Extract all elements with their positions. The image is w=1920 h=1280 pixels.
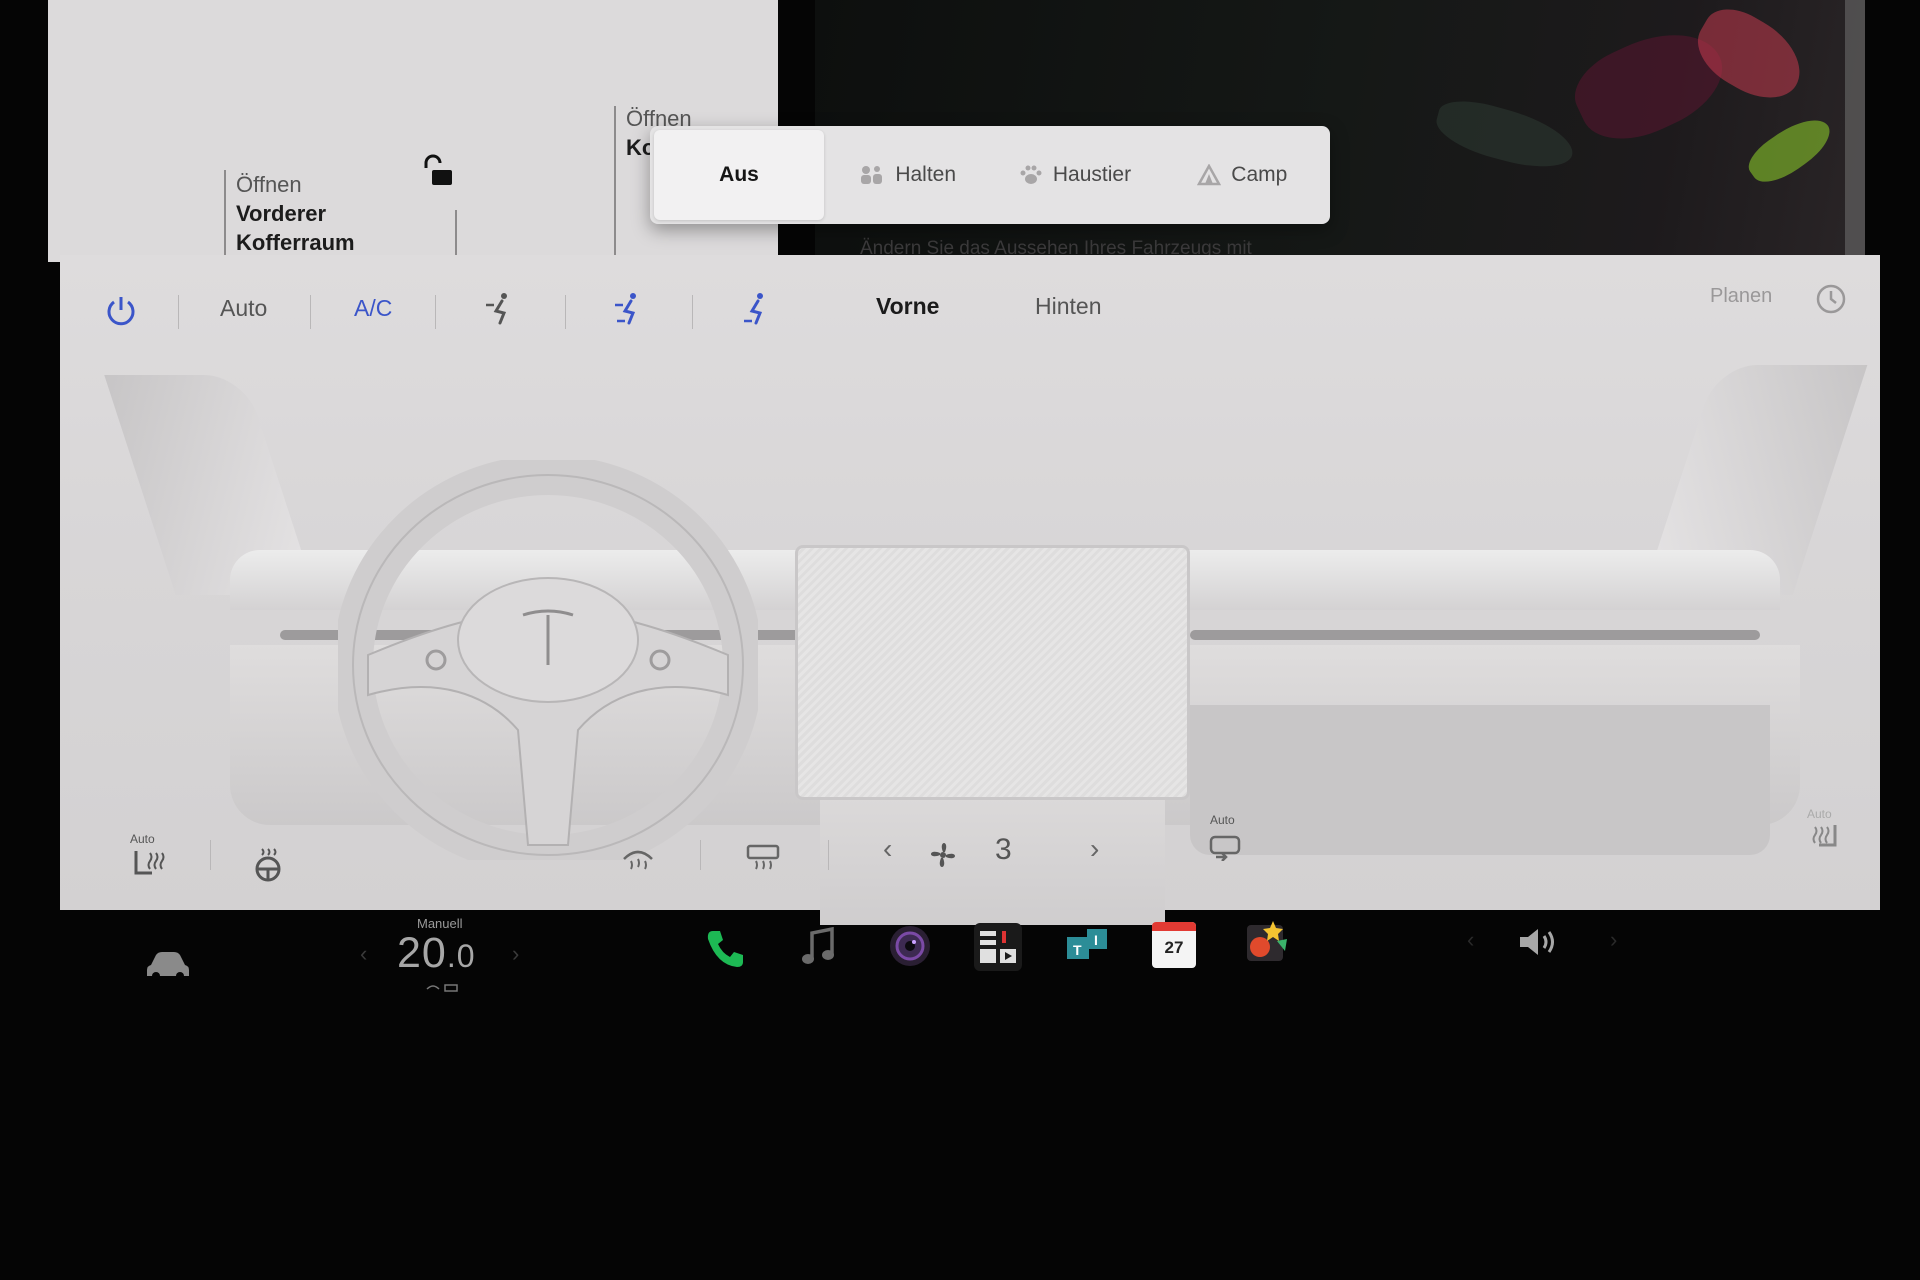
mode-keep-button[interactable]: Halten [824,130,991,220]
temp-decimal: .0 [446,938,476,974]
tent-icon [1197,164,1222,186]
mode-off-label: Aus [719,163,759,186]
tab-front[interactable]: Vorne [876,293,939,320]
calendar-icon[interactable]: 27 [1152,922,1196,968]
open-frunk-button[interactable]: Öffnen Vorderer Kofferraum [236,170,355,257]
svg-text:T: T [1073,942,1082,958]
climate-toolbar: Auto A/C Vorne Hinten Planen [60,255,1880,365]
ac-button[interactable]: A/C [354,295,392,322]
tab-rear[interactable]: Hinten [1035,293,1101,320]
airflow-face-icon[interactable] [484,291,514,325]
frunk-divider [224,170,226,262]
airflow-feet-icon[interactable] [740,291,770,325]
volume-icon[interactable] [1516,925,1560,959]
unlock-icon[interactable] [420,154,456,190]
fan-icon [931,843,955,867]
theater-icon[interactable]: T I [1063,925,1111,965]
mode-pet-label: Haustier [1052,163,1132,186]
toybox-icon[interactable] [972,921,1024,973]
mode-off-button[interactable]: Aus [654,130,824,220]
steering-wheel [338,460,758,860]
frunk-line3: Kofferraum [236,230,355,255]
climate-panel: Auto A/C Vorne Hinten Planen Auto ‹ 3 › … [60,255,1880,925]
frunk-line2: Vorderer [236,201,327,226]
cabin-temperature[interactable]: 20.0 [397,929,476,978]
recirculation-auto-label: Auto [1210,813,1235,827]
center-display [795,545,1190,800]
rear-defrost-icon[interactable] [745,843,781,875]
front-defrost-icon[interactable] [620,845,656,875]
right-dash-vent[interactable] [1190,630,1760,640]
fan-increase-button[interactable]: › [1090,833,1099,865]
seat-heat-left-auto-label: Auto [130,832,155,846]
climate-mode-selector: Aus Halten Haustier Camp [650,126,1330,224]
recirculation-icon[interactable] [1208,833,1242,861]
camera-icon[interactable] [887,923,933,969]
mode-pet-button[interactable]: Haustier [991,130,1158,220]
steering-wheel-heat-icon[interactable] [250,847,286,883]
clock-icon[interactable] [1815,283,1847,315]
fan-speed-value: 3 [995,833,1012,866]
fan-decrease-button[interactable]: ‹ [883,833,892,865]
temp-int: 20 [397,929,447,977]
seat-heater-right-icon[interactable] [1807,821,1841,855]
paw-icon [1020,165,1042,184]
seat-heat-right-auto-label: Auto [1807,807,1832,821]
mode-camp-button[interactable]: Camp [1159,130,1326,220]
cabin-illustration [60,345,1880,925]
temp-increase-button[interactable]: › [512,941,519,967]
schedule-button[interactable]: Planen [1710,285,1772,308]
keep-icon [861,166,883,184]
arcade-icon[interactable] [1243,917,1291,965]
trunk-divider [614,106,616,262]
airflow-face-feet-icon[interactable] [613,291,643,325]
mode-keep-label: Halten [895,163,957,186]
mode-camp-label: Camp [1231,163,1288,186]
temp-decrease-button[interactable]: ‹ [360,941,367,967]
car-icon[interactable] [145,947,191,981]
calendar-day: 27 [1164,938,1184,957]
phone-icon[interactable] [703,927,747,971]
volume-up-button[interactable]: › [1610,927,1617,953]
frunk-open-text: Öffnen [236,172,302,197]
defrost-indicator-icon [426,984,458,992]
seat-heater-left-icon[interactable] [130,847,168,883]
bottom-bar: ‹ Manuell 20.0 › T I 27 ‹ › [60,905,1820,1015]
power-icon[interactable] [104,293,138,327]
svg-text:I: I [1094,932,1098,948]
music-icon[interactable] [798,925,838,969]
auto-button[interactable]: Auto [220,295,267,322]
volume-down-button[interactable]: ‹ [1467,927,1474,953]
